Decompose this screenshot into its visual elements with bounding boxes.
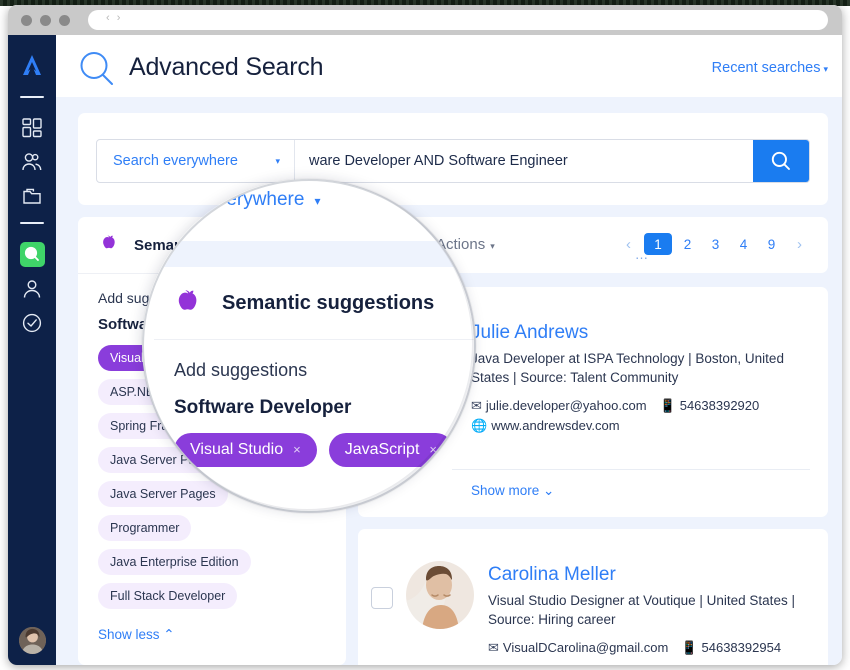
result-card[interactable]: Carolina Meller Visual Studio Designer a… xyxy=(358,529,828,665)
sidebar-item-profile[interactable] xyxy=(8,278,56,300)
candidate-email[interactable]: julie.developer@yahoo.com xyxy=(486,398,647,413)
candidate-contact: ✉ julie.developer@yahoo.com 📱 54638392920 🌐… xyxy=(471,396,791,436)
minimize-dot[interactable] xyxy=(40,15,51,26)
chevron-up-icon: ⌃ xyxy=(163,627,175,642)
candidate-name[interactable]: Julie Andrews xyxy=(471,322,791,344)
show-less-label: Show less xyxy=(98,627,160,642)
candidate-phone[interactable]: 54638392920 xyxy=(680,398,760,413)
sidebar-item-dashboard[interactable] xyxy=(8,117,56,139)
pagination-page[interactable]: 3 xyxy=(703,233,728,255)
suggestion-chip[interactable]: Full Stack Developer xyxy=(98,583,238,609)
candidate-contact: ✉ VisualDCarolina@gmail.com 📱 54638392954 xyxy=(488,638,808,658)
show-less-button[interactable]: Show less ⌃ xyxy=(98,627,346,643)
pagination-next[interactable]: › xyxy=(787,233,812,255)
nav-arrows-icon[interactable]: ‹ › xyxy=(106,12,122,24)
sidebar-divider-top xyxy=(20,96,44,98)
show-more-label: Show more xyxy=(471,483,540,498)
lens-scope-label[interactable]: urch everywhere ▾ xyxy=(164,189,320,211)
apple-icon xyxy=(100,232,121,258)
sidebar xyxy=(8,35,56,665)
chevron-down-icon: ⌄ xyxy=(543,483,555,498)
suggestion-chip[interactable]: Java Enterprise Edition xyxy=(98,549,251,575)
chevron-down-icon: ▾ xyxy=(490,241,495,251)
browser-window: ‹ › Advanced Search Recent searches ▾ Se… xyxy=(8,5,842,665)
lens-selected-chip[interactable]: Visual Studio × xyxy=(174,433,317,467)
sidebar-user-avatar[interactable] xyxy=(19,627,46,654)
app-logo-icon[interactable] xyxy=(8,53,56,84)
card-divider xyxy=(452,469,810,470)
chip-label: JavaScript xyxy=(344,441,420,458)
lens-suggestions-panel: Semantic suggestions Add suggestions Sof… xyxy=(154,267,474,467)
main-content: Advanced Search Recent searches ▾ Search … xyxy=(56,35,842,665)
lens-main-term: Software Developer xyxy=(174,397,352,418)
candidate-email[interactable]: VisualDCarolina@gmail.com xyxy=(503,640,668,655)
candidate-description: Java Developer at ISPA Technology | Bost… xyxy=(471,351,784,385)
apple-icon xyxy=(174,285,206,322)
chevron-down-icon: ▾ xyxy=(314,194,321,208)
sidebar-divider-mid xyxy=(20,222,44,224)
maximize-dot[interactable] xyxy=(59,15,70,26)
candidate-name[interactable]: Carolina Meller xyxy=(488,564,808,586)
search-scope-label: Search everywhere xyxy=(113,153,238,169)
sidebar-item-people[interactable] xyxy=(8,151,56,173)
search-submit-button[interactable] xyxy=(753,140,809,182)
search-input[interactable]: ware Developer AND Software Engineer xyxy=(295,140,753,182)
pagination-page-last[interactable]: 9 xyxy=(759,233,784,255)
window-controls[interactable] xyxy=(21,15,70,26)
app-header: Advanced Search Recent searches ▾ xyxy=(56,35,842,97)
candidate-description: Visual Studio Designer at Voutique | Uni… xyxy=(488,593,795,627)
lens-content: urch everywhere▾ Ac Semantic suggestions… xyxy=(144,181,474,511)
lens-suggestions-header: Semantic suggestions xyxy=(154,267,474,340)
sidebar-item-projects[interactable] xyxy=(8,185,56,207)
search-row: Search everywhere ▾ ware Developer AND S… xyxy=(96,139,810,183)
select-result-checkbox[interactable] xyxy=(371,587,393,609)
lens-add-suggestions-label[interactable]: Add suggestions xyxy=(174,360,474,381)
chevron-down-icon: ▾ xyxy=(275,155,280,166)
address-bar[interactable]: ‹ › xyxy=(88,10,828,30)
phone-icon: 📱 xyxy=(659,398,676,413)
lens-scope-text: urch everywhere xyxy=(164,189,305,210)
browser-chrome: ‹ › xyxy=(8,5,842,35)
sidebar-item-tasks[interactable] xyxy=(8,312,56,334)
remove-chip-icon[interactable]: × xyxy=(429,442,437,457)
magnifier-icon xyxy=(78,50,116,93)
show-more-button[interactable]: Show more ⌄ xyxy=(471,483,554,499)
chevron-down-icon: ▾ xyxy=(823,64,828,74)
recent-searches-button[interactable]: Recent searches ▾ xyxy=(712,60,828,76)
suggestion-chip[interactable]: Programmer xyxy=(98,515,192,541)
sidebar-item-search[interactable] xyxy=(20,242,45,267)
pagination-ellipsis: … xyxy=(634,246,649,262)
avatar xyxy=(406,561,474,629)
close-dot[interactable] xyxy=(21,15,32,26)
screenshot-root: ‹ › Advanced Search Recent searches ▾ Se… xyxy=(0,0,850,670)
phone-icon: 📱 xyxy=(681,640,698,655)
envelope-icon: ✉ xyxy=(488,640,499,655)
candidate-website[interactable]: www.andrewsdev.com xyxy=(491,418,619,433)
lens-selected-chip[interactable]: JavaScript × xyxy=(328,433,453,467)
pagination-page[interactable]: 2 xyxy=(675,233,700,255)
lens-chip-list: Visual Studio × JavaScript × xyxy=(174,433,474,467)
recent-searches-label: Recent searches xyxy=(711,60,821,76)
magnifier-lens: urch everywhere▾ Ac Semantic suggestions… xyxy=(142,179,476,513)
remove-chip-icon[interactable]: × xyxy=(293,442,301,457)
pagination: ‹ 1 2 3 4 … 9 › xyxy=(616,233,812,262)
pagination-page[interactable]: 4 xyxy=(731,233,756,255)
chip-label: Visual Studio xyxy=(190,441,284,458)
lens-suggestions-title: Semantic suggestions xyxy=(222,291,435,314)
candidate-phone[interactable]: 54638392954 xyxy=(702,640,782,655)
lens-suggestions-body: Add suggestions Software Developer Visua… xyxy=(154,340,474,467)
page-title: Advanced Search xyxy=(129,53,324,81)
search-scope-dropdown[interactable]: Search everywhere ▾ xyxy=(97,140,295,182)
